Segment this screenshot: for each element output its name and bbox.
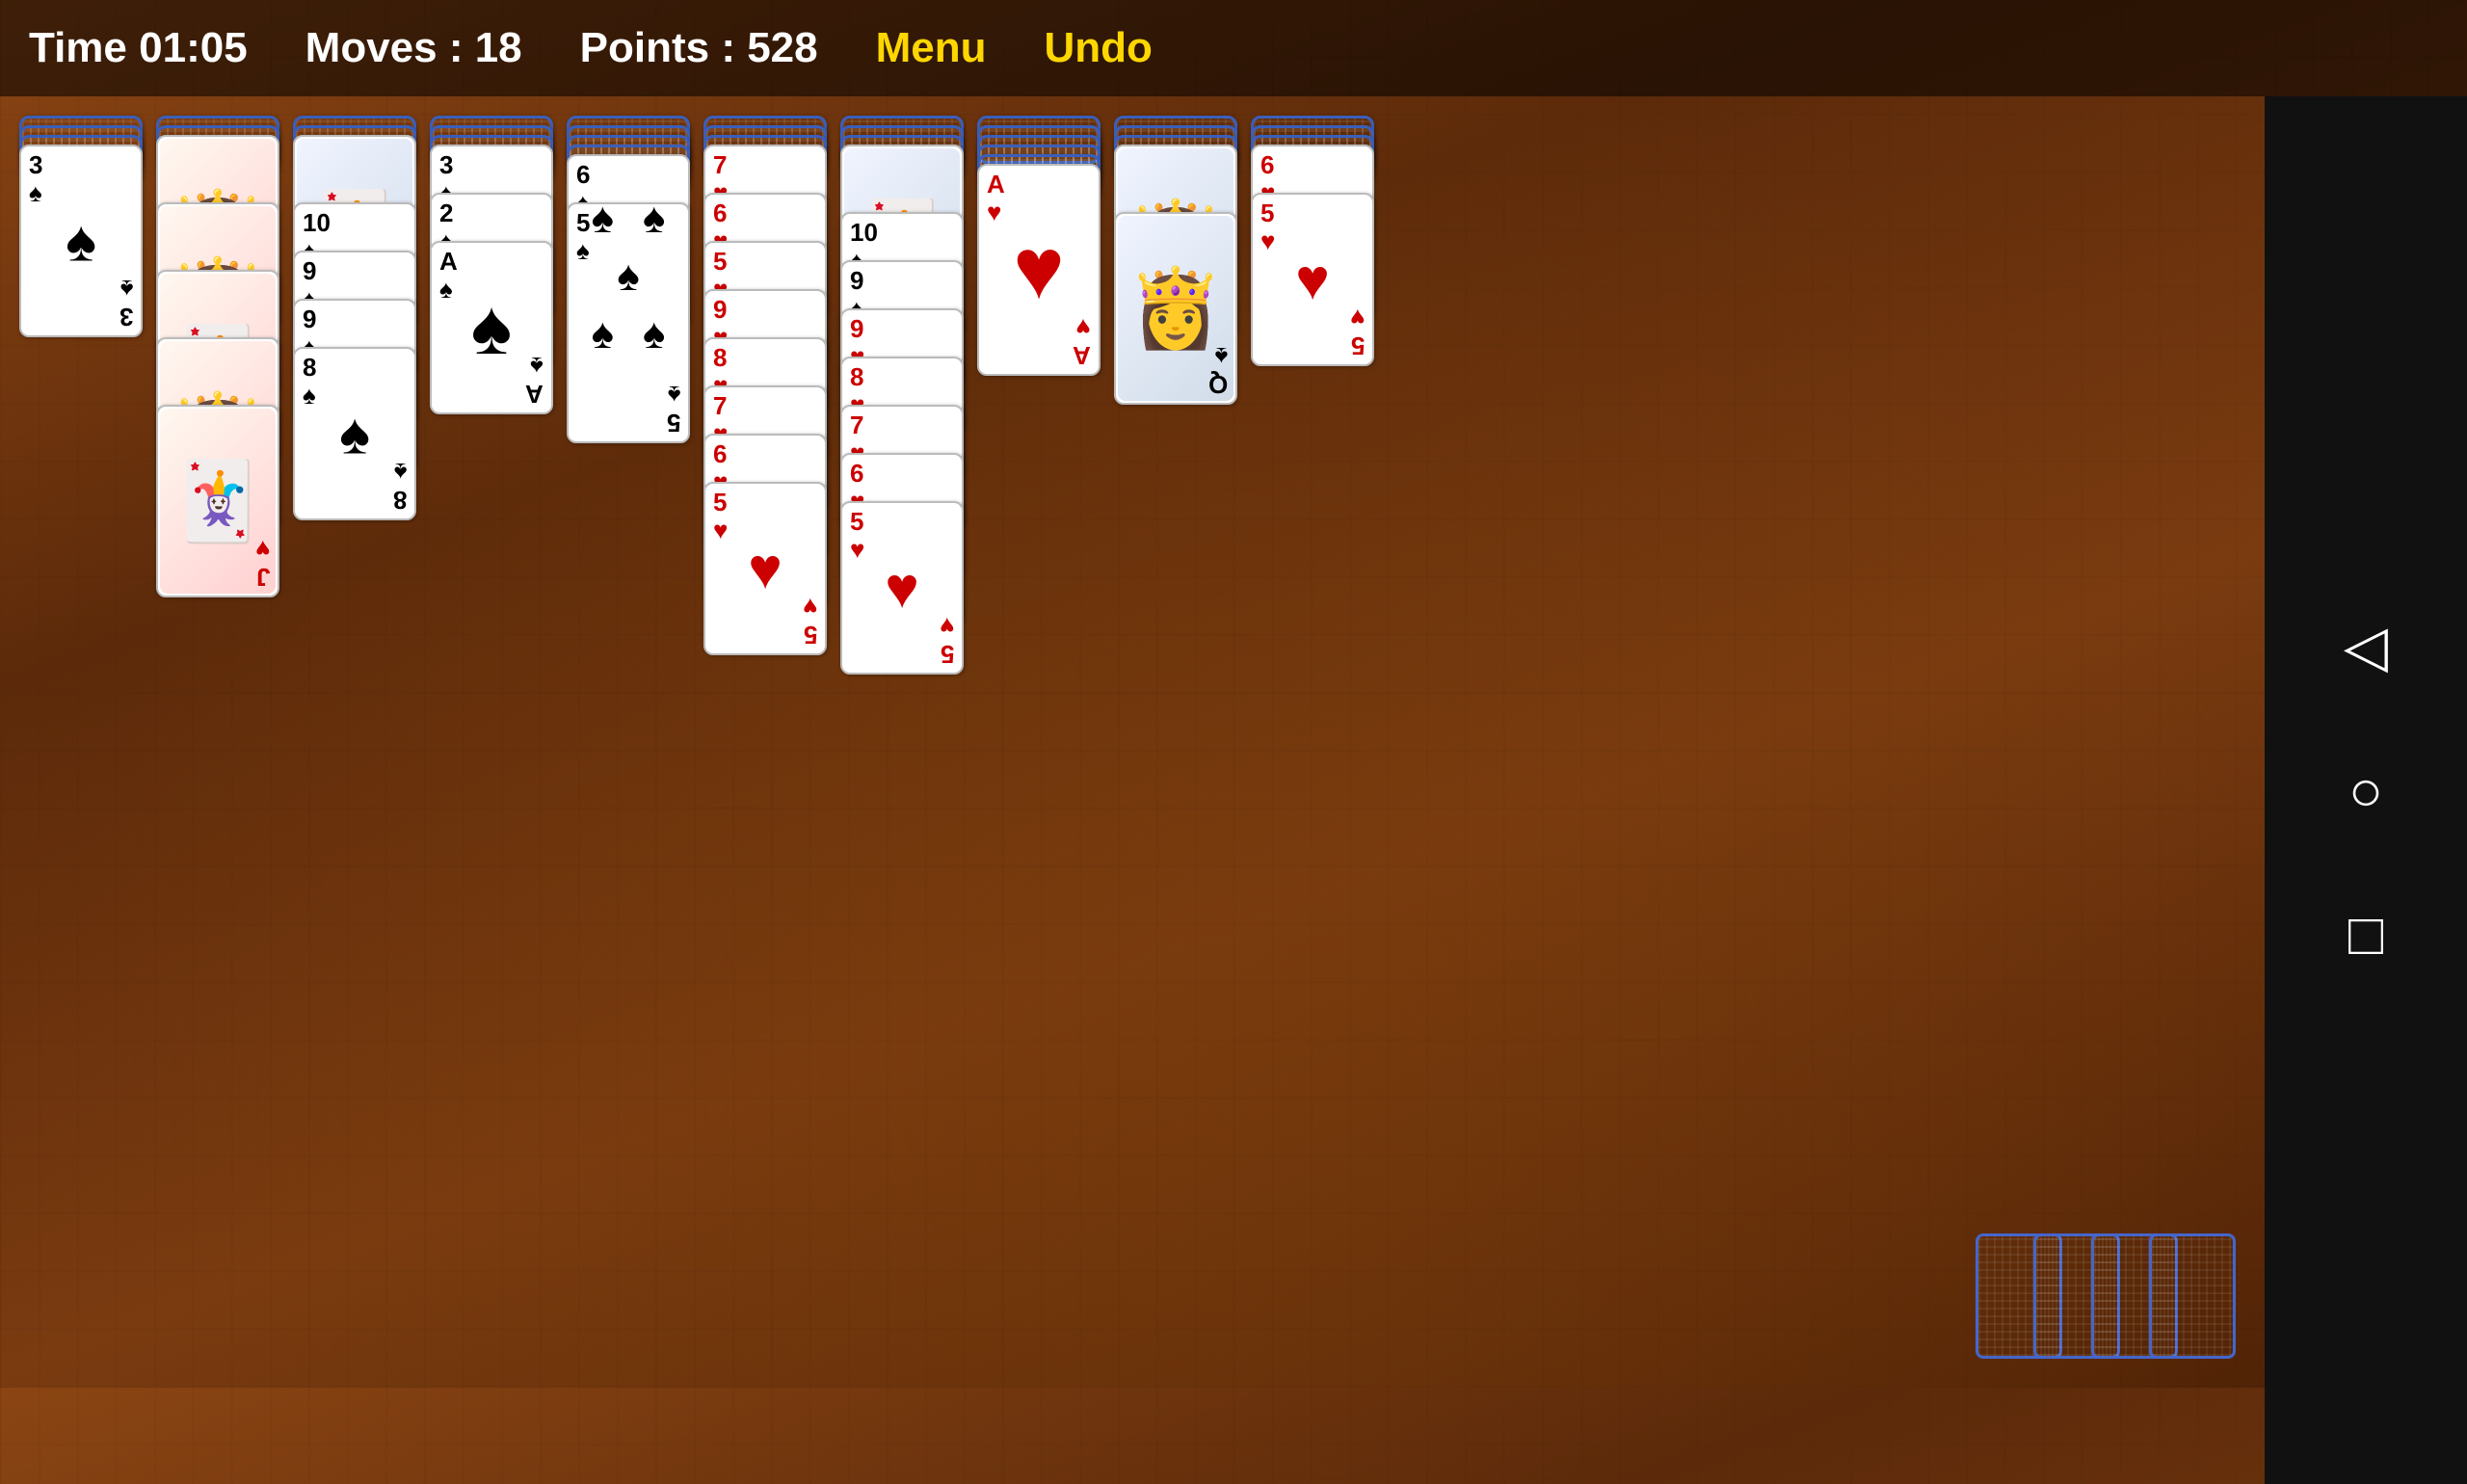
home-button[interactable]: ○ — [2348, 757, 2383, 824]
face-char: 👸 — [1127, 270, 1224, 347]
card-center-suit: ♥ — [1295, 247, 1330, 313]
column-4[interactable]: 3♠ ♠ 3♠ 2♠ ♠ 2♠ A♠ ♠ A♠ — [430, 116, 553, 414]
card-rank-tl: 5♥ — [713, 489, 728, 543]
moves-display: Moves : 18 — [305, 24, 522, 72]
card-rank-br: 3♠ — [119, 276, 133, 331]
pip: ♠ — [643, 310, 665, 358]
card-center-suit: ♥ — [885, 555, 919, 622]
timer-display: Time 01:05 — [29, 24, 248, 72]
card-rank-br: A♥ — [1073, 314, 1091, 369]
column-6[interactable]: 7♥ ♥ 7♥ 6♥ ♥ 6♥ 5♥ ♥ 5♥ 9♥ ♥ 9♥ — [703, 116, 827, 655]
column-8[interactable]: A♥ ♥ A♥ — [977, 116, 1101, 376]
card-5h-c7[interactable]: 5♥ ♥ 5♥ — [840, 501, 964, 675]
card-rank-br: 5♥ — [940, 613, 954, 668]
column-5[interactable]: 6♠ ♠ 6♠ 5♠ ♠ ♠ ♠ ♠ ♠ 5♠ — [567, 116, 690, 443]
recents-button[interactable]: □ — [2348, 901, 2383, 967]
stock-card — [2149, 1233, 2236, 1359]
card-5h2[interactable]: 5♥ ♥ 5♥ — [703, 482, 827, 655]
card-qs[interactable]: Q♠ 👸 Q♠ — [1114, 212, 1237, 405]
card-rank-tl: A♥ — [987, 171, 1005, 225]
card-center-suit: ♥ — [1013, 221, 1064, 320]
card-rank-br: A♠ — [525, 353, 544, 408]
card-5s[interactable]: 5♠ ♠ ♠ ♠ ♠ ♠ 5♠ — [567, 202, 690, 443]
card-ah[interactable]: A♥ ♥ A♥ — [977, 164, 1101, 376]
face-char: 🃏 — [170, 463, 266, 540]
card-3s[interactable]: 3♠ ♠ 3♠ — [19, 145, 143, 337]
card-rank-br: 5♠ — [667, 382, 680, 437]
column-2[interactable]: K♥ 🤴 K♥ Q♥ 👸 Q♥ J♥ 🃏 J♥ — [156, 116, 279, 597]
game-board: 3♠ ♠ 3♠ K♥ 🤴 K♥ Q♥ 👸 Q — [0, 96, 2467, 1388]
card-rank-tl: 5♠ — [576, 209, 590, 264]
card-center-suit: ♥ — [748, 536, 783, 602]
card-rank-br: 5♥ — [1350, 305, 1365, 359]
columns-container: 3♠ ♠ 3♠ K♥ 🤴 K♥ Q♥ 👸 Q — [0, 96, 2467, 675]
column-3[interactable]: J♠ 🃏 J♠ 10♠ ♠ 10♠ 9♠ ♠ 9♠ 9♠ ♠ — [293, 116, 416, 520]
card-center-suit: ♠ — [66, 208, 96, 275]
card-5h-c10[interactable]: 5♥ ♥ 5♥ — [1251, 193, 1374, 366]
card-rank-tl: A♠ — [439, 248, 458, 303]
column-1[interactable]: 3♠ ♠ 3♠ — [19, 116, 143, 337]
card-rank-br: Q♠ — [1208, 343, 1228, 398]
card-jh2[interactable]: J♥ 🃏 J♥ — [156, 405, 279, 597]
nav-panel: ◁ ○ □ — [2265, 96, 2467, 1484]
card-center-suit: ♠ — [471, 283, 513, 372]
card-as[interactable]: A♠ ♠ A♠ — [430, 241, 553, 414]
card-rank-tl: 3♠ — [29, 151, 42, 206]
pip: ♠ — [617, 252, 639, 301]
pip: ♠ — [592, 195, 614, 243]
card-rank-br: J♥ — [255, 536, 270, 591]
card-rank-tl: 5♥ — [850, 508, 864, 563]
column-10[interactable]: 6♥ ♥ 6♥ 5♥ ♥ 5♥ — [1251, 116, 1374, 366]
card-8s[interactable]: 8♠ ♠ 8♠ — [293, 347, 416, 520]
menu-button[interactable]: Menu — [876, 24, 987, 72]
undo-button[interactable]: Undo — [1045, 24, 1153, 72]
column-7[interactable]: J♠ 🃏 J♠ 10♠ ♠ 10♠ 9♠ ♠ 9♠ 9♥ ♥ — [840, 116, 964, 675]
card-rank-br: 8♠ — [393, 459, 407, 514]
card-rank-tl: 5♥ — [1260, 199, 1275, 254]
back-button[interactable]: ◁ — [2344, 613, 2388, 680]
card-rank-tl: 8♠ — [303, 354, 316, 409]
pip: ♠ — [643, 195, 665, 243]
column-9[interactable]: K♠ 🤴 K♠ Q♠ 👸 Q♠ — [1114, 116, 1237, 405]
stock-pile[interactable] — [1976, 1233, 2236, 1359]
card-rank-br: 5♥ — [803, 594, 817, 649]
pip: ♠ — [592, 310, 614, 358]
points-display: Points : 528 — [580, 24, 818, 72]
game-header: Time 01:05 Moves : 18 Points : 528 Menu … — [0, 0, 2467, 96]
card-center-suit: ♠ — [339, 401, 370, 467]
